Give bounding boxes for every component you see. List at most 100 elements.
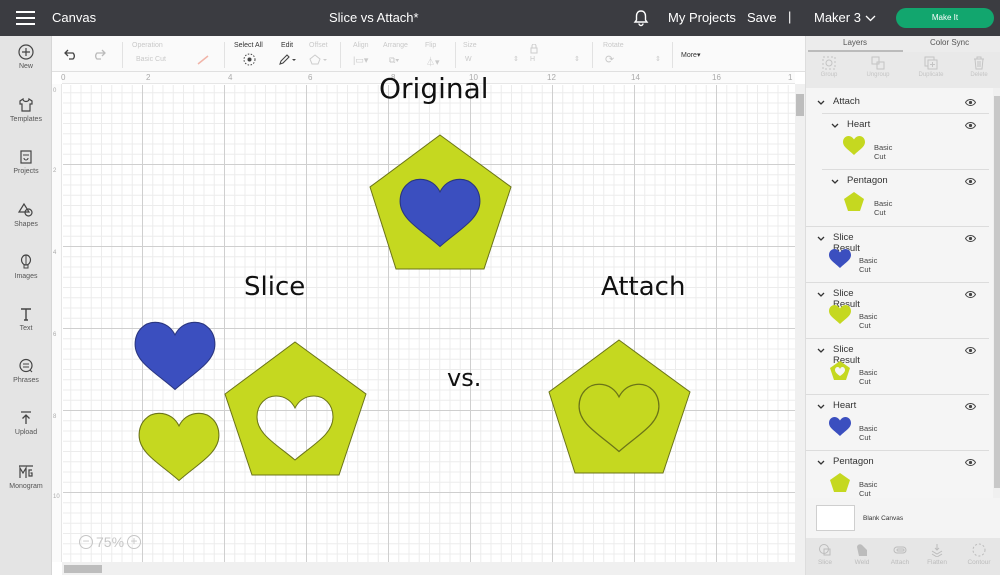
tab-color-sync[interactable]: Color Sync <box>930 38 969 47</box>
duplicate-label: Duplicate <box>918 72 944 78</box>
edit-pencil-icon[interactable] <box>279 54 297 65</box>
visibility-eye-icon[interactable] <box>965 403 976 410</box>
height-stepper[interactable]: ⇕ <box>574 55 580 63</box>
chevron-down-icon[interactable] <box>817 348 825 354</box>
lock-ratio-icon[interactable] <box>530 44 538 54</box>
chevron-down-icon[interactable] <box>817 236 825 242</box>
slice-pentagon-cutout[interactable] <box>224 341 367 476</box>
height-input[interactable]: H <box>530 56 535 63</box>
sidebar-item-projects[interactable]: Projects <box>0 149 52 175</box>
sidebar-item-label: Projects <box>13 168 39 175</box>
arrange-dropdown[interactable]: ⧉▾ <box>389 55 399 66</box>
contour-button[interactable]: Contour <box>961 543 997 566</box>
notification-bell-icon[interactable] <box>632 9 650 27</box>
vertical-scrollbar[interactable] <box>795 84 805 562</box>
sidebar-item-images[interactable]: Images <box>0 254 52 280</box>
contour-label: Contour <box>967 559 991 566</box>
visibility-eye-icon[interactable] <box>965 459 976 466</box>
layers-list: Attach Heart Basic Cut Pentagon Basic Cut Sli… <box>806 88 993 498</box>
sidebar-item-monogram[interactable]: Monogram <box>0 464 52 490</box>
visibility-eye-icon[interactable] <box>965 178 976 185</box>
save-button[interactable]: Save <box>747 10 777 25</box>
scroll-thumb[interactable] <box>796 94 804 116</box>
width-stepper[interactable]: ⇕ <box>513 55 519 63</box>
make-it-button[interactable]: Make It <box>896 8 994 28</box>
slice-button[interactable]: Slice <box>807 543 843 566</box>
slice-blue-heart[interactable] <box>134 321 216 391</box>
separator: | <box>788 9 792 24</box>
layer-name: Pentagon <box>847 175 888 186</box>
offset-icon[interactable] <box>309 54 329 65</box>
scroll-thumb[interactable] <box>64 565 102 573</box>
monogram-icon <box>19 465 33 478</box>
more-dropdown[interactable]: More▾ <box>681 51 700 59</box>
attach-button[interactable]: Attach <box>882 543 918 566</box>
sidebar-item-new[interactable]: New <box>0 44 52 70</box>
document-title: Slice vs Attach* <box>329 10 419 25</box>
flip-dropdown[interactable]: ⏃▾ <box>426 55 440 68</box>
flip-label: Flip <box>425 42 437 49</box>
sidebar-item-phrases[interactable]: Phrases <box>0 358 52 384</box>
chevron-down-icon[interactable] <box>817 460 825 466</box>
redo-icon[interactable] <box>92 49 106 60</box>
visibility-eye-icon[interactable] <box>965 122 976 129</box>
layer-operation: Basic Cut <box>874 143 893 161</box>
machine-selector[interactable]: Maker 3 <box>814 10 876 25</box>
visibility-eye-icon[interactable] <box>965 99 976 106</box>
ungroup-button[interactable]: Ungroup <box>858 56 898 78</box>
flatten-button[interactable]: Flatten <box>919 543 955 566</box>
layers-scrollbar[interactable] <box>993 88 1000 498</box>
width-input[interactable]: W <box>465 56 472 63</box>
shirt-icon <box>19 97 33 112</box>
design-canvas[interactable]: 0 2 4 6 8 10 12 14 16 1 0 2 4 6 8 10 Ori… <box>52 72 805 575</box>
select-all-label: Select All <box>234 42 263 49</box>
tab-layers[interactable]: Layers <box>843 38 867 47</box>
undo-icon[interactable] <box>64 49 78 60</box>
chevron-down-icon[interactable] <box>831 179 839 185</box>
select-all-icon[interactable] <box>243 53 256 66</box>
edit-toolbar: Operation Basic Cut Select All Edit Offs… <box>52 36 805 72</box>
sidebar-item-label: Images <box>14 273 38 280</box>
sidebar-item-upload[interactable]: Upload <box>0 410 52 436</box>
layer-divider <box>806 394 989 395</box>
original-group[interactable] <box>369 134 512 270</box>
delete-label: Delete <box>970 72 988 78</box>
operation-select[interactable]: Basic Cut <box>136 56 166 63</box>
scroll-thumb[interactable] <box>994 96 1000 488</box>
duplicate-button[interactable]: Duplicate <box>911 56 951 78</box>
visibility-eye-icon[interactable] <box>965 235 976 242</box>
chevron-down-icon[interactable] <box>817 404 825 410</box>
operation-label: Operation <box>132 42 163 49</box>
layers-panel: Layers Color Sync Group Ungroup Duplicat… <box>805 36 1000 575</box>
weld-button[interactable]: Weld <box>844 543 880 566</box>
layer-operation: Basic Cut <box>859 424 878 442</box>
align-dropdown[interactable]: |▭▾ <box>353 55 368 66</box>
zoom-out-button[interactable]: − <box>79 535 93 549</box>
delete-button[interactable]: Delete <box>959 56 999 78</box>
layer-divider <box>806 450 989 451</box>
pentagon-thumbnail <box>830 473 850 492</box>
sidebar-item-label: Upload <box>14 429 38 436</box>
sidebar-item-shapes[interactable]: Shapes <box>0 202 52 228</box>
rotate-stepper[interactable]: ⇕ <box>655 55 661 63</box>
horizontal-scrollbar[interactable] <box>62 562 805 575</box>
layer-divider <box>822 169 989 170</box>
visibility-eye-icon[interactable] <box>965 347 976 354</box>
offset-label: Offset <box>309 42 328 49</box>
chevron-down-icon[interactable] <box>831 123 839 129</box>
blank-canvas-swatch[interactable] <box>816 505 855 531</box>
my-projects-link[interactable]: My Projects <box>668 10 736 25</box>
visibility-eye-icon[interactable] <box>965 291 976 298</box>
edit-label: Edit <box>281 42 294 49</box>
attach-pentagon[interactable] <box>548 339 691 474</box>
layer-operation: Basic Cut <box>859 480 878 498</box>
slice-lime-heart[interactable] <box>138 412 220 482</box>
hamburger-menu-icon[interactable] <box>16 11 35 25</box>
chevron-down-icon[interactable] <box>817 100 825 106</box>
group-button[interactable]: Group <box>809 56 849 78</box>
attach-group[interactable] <box>548 339 691 474</box>
chevron-down-icon[interactable] <box>817 292 825 298</box>
sidebar-item-templates[interactable]: Templates <box>0 97 52 123</box>
sidebar-item-text[interactable]: Text <box>0 306 52 332</box>
zoom-in-button[interactable]: + <box>127 535 142 549</box>
